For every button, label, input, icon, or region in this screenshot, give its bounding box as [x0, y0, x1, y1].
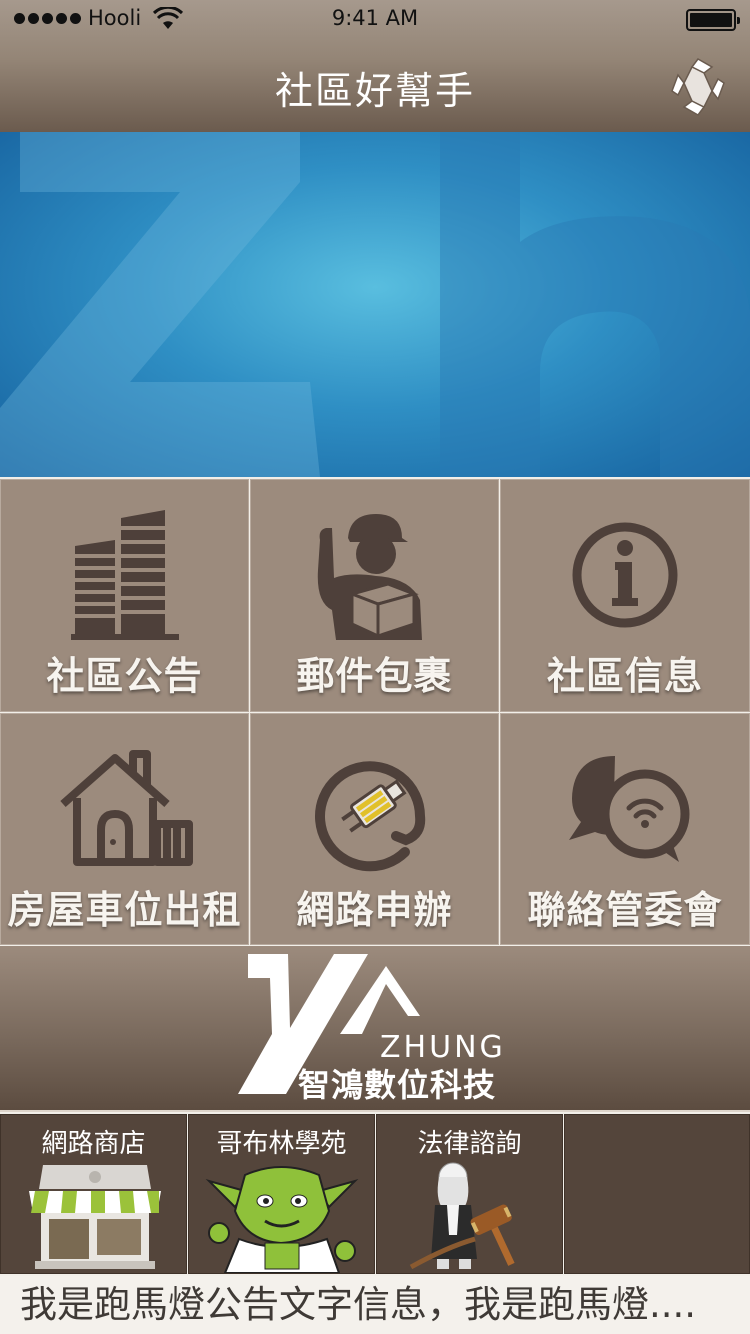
menu-tile-internet[interactable]: 網路申辦 — [250, 713, 499, 945]
menu-tile-announcements[interactable]: 社區公告 — [0, 479, 249, 712]
shortcut-legal-advice[interactable]: 法律諮詢 — [376, 1114, 563, 1274]
house-icon — [59, 750, 193, 866]
battery-icon — [686, 9, 740, 31]
shortcut-online-store[interactable]: 網路商店 — [0, 1114, 187, 1274]
company-logo-icon[interactable] — [666, 55, 730, 119]
menu-tile-contact[interactable]: 聯絡管委會 — [500, 713, 750, 945]
navigation-bar: Hooli 9:41 AM 社區好幫手 — [0, 0, 750, 132]
goblin-icon — [205, 1166, 359, 1273]
menu-label: 網路申辦 — [296, 888, 453, 932]
shortcut-goblin-academy[interactable]: 哥布林學苑 — [188, 1114, 375, 1274]
menu-label: 郵件包裹 — [296, 654, 453, 698]
judge-gavel-icon — [409, 1162, 515, 1270]
menu-label: 社區信息 — [546, 654, 703, 698]
clock: 9:41 AM — [331, 6, 419, 30]
buildings-icon — [70, 510, 179, 640]
menu-tile-packages[interactable]: 郵件包裹 — [250, 479, 499, 712]
delivery-man-icon — [317, 514, 422, 640]
status-bar: Hooli 9:41 AM — [0, 0, 750, 40]
plug-icon — [314, 761, 425, 872]
chat-bubbles-icon — [569, 756, 690, 862]
storefront-icon — [29, 1165, 161, 1269]
menu-label: 社區公告 — [46, 654, 203, 698]
info-icon — [572, 522, 678, 628]
menu-label: 聯絡管委會 — [527, 888, 723, 932]
menu-label: 房屋車位出租 — [7, 888, 242, 932]
hero-banner — [0, 132, 750, 477]
shortcut-empty-slot — [564, 1114, 750, 1274]
menu-tile-info[interactable]: 社區信息 — [500, 479, 750, 712]
menu-tile-rental[interactable]: 房屋車位出租 — [0, 713, 249, 945]
company-name-zh: 智鴻數位科技 — [298, 1066, 497, 1104]
zh-watermark-icon — [0, 132, 750, 477]
announcement-marquee[interactable]: 我是跑馬燈公告文字信息，我是跑馬燈.... — [0, 1276, 750, 1334]
page-title: 社區好幫手 — [274, 69, 475, 113]
